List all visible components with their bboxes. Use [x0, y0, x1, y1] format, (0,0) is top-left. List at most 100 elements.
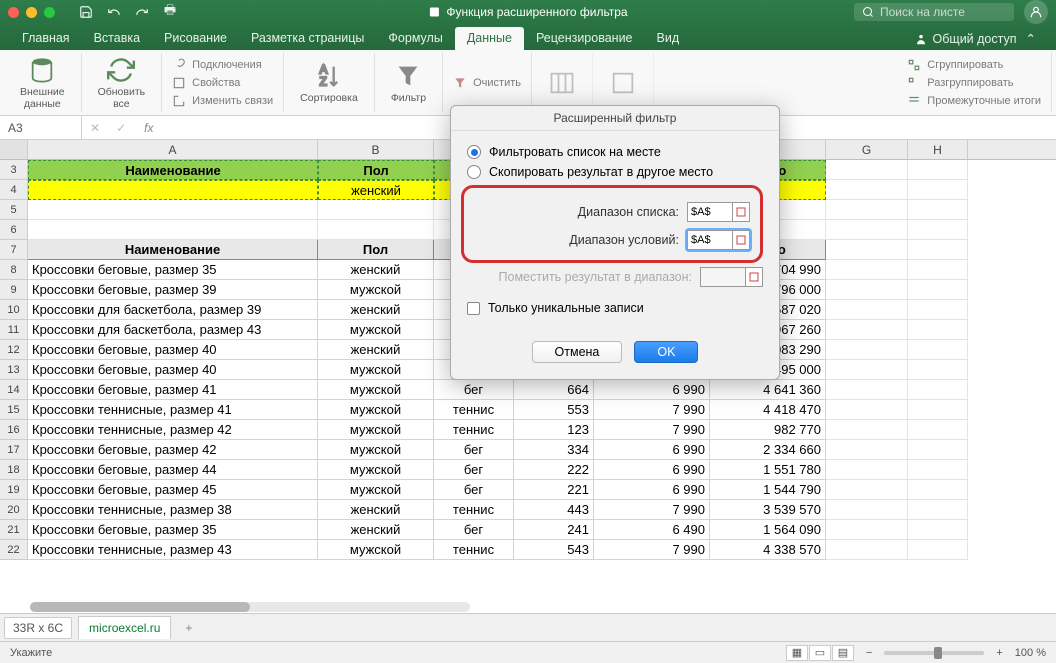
cell[interactable] — [826, 180, 908, 200]
cell[interactable] — [908, 320, 968, 340]
sheet-tab[interactable]: microexcel.ru — [78, 616, 171, 639]
normal-view-icon[interactable]: ▦ — [786, 645, 808, 661]
cell[interactable]: мужской — [318, 540, 434, 560]
zoom-out-button[interactable]: − — [866, 647, 872, 659]
user-avatar[interactable] — [1024, 0, 1048, 24]
edit-links-button[interactable]: Изменить связи — [172, 93, 273, 109]
cell[interactable] — [908, 200, 968, 220]
cell[interactable]: теннис — [434, 420, 514, 440]
cell[interactable]: 1 564 090 — [710, 520, 826, 540]
cell[interactable]: Кроссовки теннисные, размер 41 — [28, 400, 318, 420]
ribbon-tab-рецензирование[interactable]: Рецензирование — [524, 27, 645, 50]
cell[interactable]: бег — [434, 440, 514, 460]
cell[interactable] — [908, 480, 968, 500]
cell[interactable] — [826, 300, 908, 320]
cell[interactable]: мужской — [318, 280, 434, 300]
row-header[interactable]: 17 — [0, 440, 28, 460]
row-header[interactable]: 21 — [0, 520, 28, 540]
name-box[interactable]: A3 — [0, 116, 82, 139]
cell[interactable]: Кроссовки беговые, размер 40 — [28, 340, 318, 360]
cell[interactable]: 443 — [514, 500, 594, 520]
cell[interactable]: мужской — [318, 320, 434, 340]
cell[interactable] — [908, 220, 968, 240]
enter-formula-icon[interactable]: ✓ — [108, 121, 134, 135]
column-header[interactable]: H — [908, 140, 968, 159]
cell[interactable] — [826, 480, 908, 500]
cell[interactable]: 334 — [514, 440, 594, 460]
row-header[interactable]: 5 — [0, 200, 28, 220]
cell[interactable] — [908, 180, 968, 200]
row-header[interactable]: 8 — [0, 260, 28, 280]
select-all-corner[interactable] — [0, 140, 28, 159]
cell[interactable]: Кроссовки теннисные, размер 43 — [28, 540, 318, 560]
cell[interactable]: 4 338 570 — [710, 540, 826, 560]
what-if-button[interactable] — [603, 67, 643, 99]
cell[interactable]: женский — [318, 520, 434, 540]
cell[interactable]: бег — [434, 520, 514, 540]
close-icon[interactable] — [8, 7, 19, 18]
cell[interactable] — [908, 280, 968, 300]
cell[interactable] — [908, 380, 968, 400]
cell[interactable]: 553 — [514, 400, 594, 420]
cell[interactable]: 4 641 360 — [710, 380, 826, 400]
row-header[interactable]: 20 — [0, 500, 28, 520]
cell[interactable]: 982 770 — [710, 420, 826, 440]
text-to-columns-button[interactable] — [542, 67, 582, 99]
row-header[interactable]: 18 — [0, 460, 28, 480]
search-input[interactable]: Поиск на листе — [854, 3, 1014, 21]
external-data-button[interactable]: Внешние данные — [14, 54, 71, 112]
cell[interactable] — [908, 460, 968, 480]
horizontal-scrollbar[interactable] — [30, 602, 470, 612]
cell[interactable] — [908, 240, 968, 260]
cell[interactable]: 221 — [514, 480, 594, 500]
cell[interactable]: женский — [318, 500, 434, 520]
cell[interactable] — [826, 500, 908, 520]
cell[interactable]: 6 990 — [594, 440, 710, 460]
cell[interactable] — [826, 380, 908, 400]
cell[interactable] — [28, 220, 318, 240]
cell[interactable]: 7 990 — [594, 500, 710, 520]
cell[interactable] — [908, 400, 968, 420]
row-header[interactable]: 10 — [0, 300, 28, 320]
cell[interactable]: мужской — [318, 460, 434, 480]
cell[interactable]: Кроссовки теннисные, размер 42 — [28, 420, 318, 440]
cell[interactable] — [826, 260, 908, 280]
ok-button[interactable]: OK — [634, 341, 698, 363]
cell[interactable]: теннис — [434, 540, 514, 560]
cell[interactable] — [318, 220, 434, 240]
cell[interactable]: бег — [434, 480, 514, 500]
add-sheet-button[interactable]: + — [175, 617, 202, 639]
row-header[interactable]: 7 — [0, 240, 28, 260]
cell[interactable]: 7 990 — [594, 400, 710, 420]
undo-button[interactable] — [103, 3, 125, 21]
zoom-slider[interactable] — [884, 651, 984, 655]
range-selector-icon[interactable] — [732, 202, 750, 222]
cell[interactable]: 4 418 470 — [710, 400, 826, 420]
cell[interactable] — [826, 160, 908, 180]
cell[interactable] — [826, 320, 908, 340]
cell[interactable]: 543 — [514, 540, 594, 560]
connections-button[interactable]: Подключения — [172, 57, 273, 73]
row-header[interactable]: 16 — [0, 420, 28, 440]
filter-button[interactable]: Фильтр — [385, 60, 432, 106]
cell[interactable] — [826, 460, 908, 480]
ribbon-tab-главная[interactable]: Главная — [10, 27, 82, 50]
share-button[interactable]: Общий доступ ⌃ — [904, 27, 1046, 50]
cell[interactable] — [826, 420, 908, 440]
cell[interactable]: 6 990 — [594, 380, 710, 400]
cell[interactable]: Кроссовки для баскетбола, размер 39 — [28, 300, 318, 320]
cell[interactable]: мужской — [318, 420, 434, 440]
cell[interactable]: Кроссовки беговые, размер 41 — [28, 380, 318, 400]
page-layout-icon[interactable]: ▭ — [809, 645, 831, 661]
copy-elsewhere-option[interactable]: Скопировать результат в другое место — [467, 165, 763, 179]
cell[interactable] — [908, 520, 968, 540]
cell[interactable]: 1 551 780 — [710, 460, 826, 480]
cell[interactable]: бег — [434, 460, 514, 480]
cell[interactable]: 222 — [514, 460, 594, 480]
cancel-button[interactable]: Отмена — [532, 341, 623, 363]
unique-records-checkbox[interactable]: Только уникальные записи — [467, 301, 763, 315]
cell[interactable] — [826, 440, 908, 460]
ribbon-tab-формулы[interactable]: Формулы — [376, 27, 454, 50]
cell[interactable]: 241 — [514, 520, 594, 540]
cell[interactable]: 6 990 — [594, 480, 710, 500]
